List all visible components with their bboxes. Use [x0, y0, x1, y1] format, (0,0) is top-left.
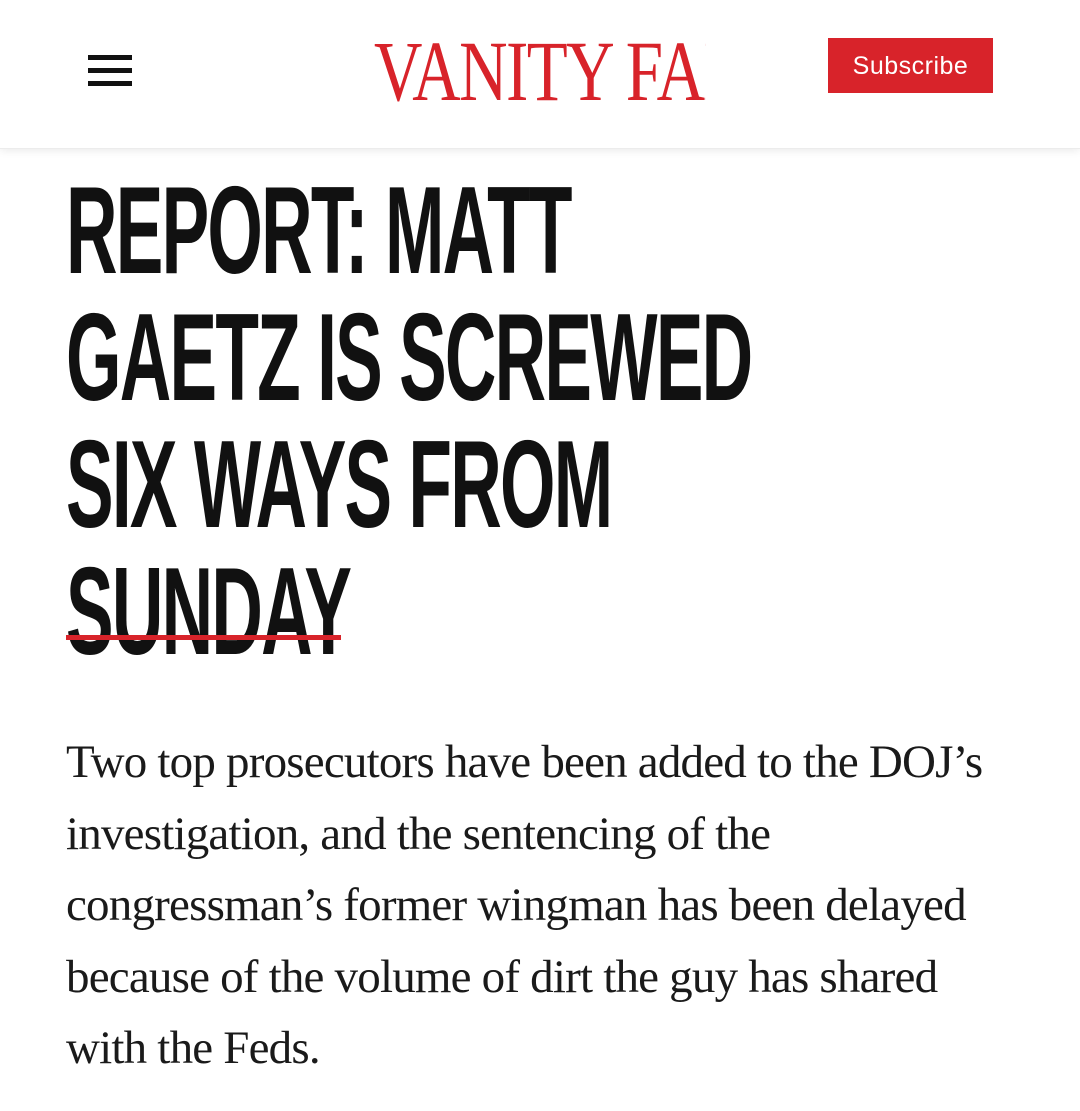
- site-header: VANITY FAIR Subscribe: [0, 0, 1080, 149]
- menu-bar-top: [88, 55, 132, 60]
- headline-divider: [66, 635, 341, 640]
- article-headline: REPORT: MATT GAETZ IS SCREWED SIX WAYS F…: [66, 162, 753, 681]
- hamburger-menu-icon[interactable]: [86, 52, 134, 90]
- article-dek: Two top prosecutors have been added to t…: [66, 736, 983, 1074]
- menu-bar-middle: [88, 68, 132, 73]
- logo-text: VANITY FAIR: [374, 25, 706, 117]
- subscribe-button[interactable]: Subscribe: [828, 38, 993, 93]
- vanity-fair-logo[interactable]: VANITY FAIR: [374, 25, 706, 117]
- menu-bar-bottom: [88, 81, 132, 86]
